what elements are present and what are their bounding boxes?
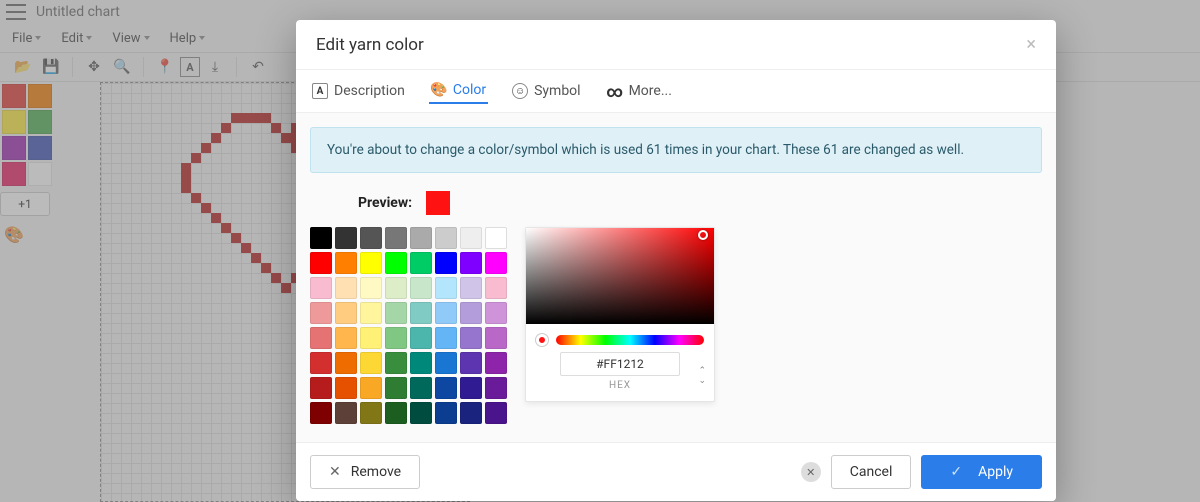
color-swatch[interactable]: [410, 227, 432, 249]
preview-swatch: [426, 191, 450, 215]
color-swatch[interactable]: [310, 327, 332, 349]
tab-description[interactable]: A Description: [310, 79, 407, 103]
color-swatch[interactable]: [335, 277, 357, 299]
color-swatch[interactable]: [310, 352, 332, 374]
color-swatch[interactable]: [435, 252, 457, 274]
close-icon[interactable]: ×: [1026, 34, 1036, 55]
color-swatch[interactable]: [385, 377, 407, 399]
color-swatch[interactable]: [335, 227, 357, 249]
text-box-icon: A: [312, 83, 328, 99]
color-swatch[interactable]: [310, 252, 332, 274]
apply-button[interactable]: ✓ Apply: [921, 455, 1042, 489]
color-swatch[interactable]: [360, 402, 382, 424]
color-swatch[interactable]: [435, 302, 457, 324]
color-swatch[interactable]: [410, 352, 432, 374]
color-swatch[interactable]: [385, 402, 407, 424]
color-swatch[interactable]: [460, 327, 482, 349]
format-stepper[interactable]: ⌃⌄: [698, 367, 706, 385]
color-swatch[interactable]: [460, 302, 482, 324]
color-swatch[interactable]: [460, 377, 482, 399]
tab-color[interactable]: 🎨 Color: [429, 78, 488, 104]
color-swatch[interactable]: [385, 277, 407, 299]
color-swatch[interactable]: [460, 402, 482, 424]
color-swatch[interactable]: [385, 352, 407, 374]
color-swatch[interactable]: [360, 277, 382, 299]
color-swatch[interactable]: [435, 277, 457, 299]
color-swatch[interactable]: [310, 227, 332, 249]
cancel-x-icon: ✕: [801, 462, 821, 482]
color-swatch[interactable]: [410, 377, 432, 399]
saturation-field[interactable]: [526, 228, 714, 324]
color-swatch[interactable]: [385, 302, 407, 324]
color-swatch[interactable]: [435, 327, 457, 349]
color-swatch[interactable]: [360, 327, 382, 349]
color-swatch[interactable]: [485, 377, 507, 399]
modal-title: Edit yarn color: [316, 35, 424, 55]
color-swatch[interactable]: [360, 302, 382, 324]
color-swatch[interactable]: [460, 227, 482, 249]
color-swatch[interactable]: [485, 277, 507, 299]
color-swatch[interactable]: [460, 352, 482, 374]
color-swatch[interactable]: [335, 252, 357, 274]
color-swatch[interactable]: [485, 302, 507, 324]
color-swatch[interactable]: [460, 252, 482, 274]
color-swatch[interactable]: [335, 377, 357, 399]
color-swatch[interactable]: [435, 377, 457, 399]
swatch-grid: [310, 227, 507, 424]
color-swatch[interactable]: [360, 227, 382, 249]
hex-input[interactable]: [560, 352, 680, 376]
color-swatch[interactable]: [360, 377, 382, 399]
infinity-icon: ∞: [607, 83, 623, 99]
color-swatch[interactable]: [310, 302, 332, 324]
x-icon: ✕: [329, 464, 341, 480]
color-swatch[interactable]: [435, 402, 457, 424]
color-swatch[interactable]: [335, 302, 357, 324]
color-swatch[interactable]: [335, 327, 357, 349]
color-swatch[interactable]: [385, 327, 407, 349]
hex-label: HEX: [609, 380, 631, 391]
color-swatch[interactable]: [485, 352, 507, 374]
edit-yarn-modal: Edit yarn color × A Description 🎨 Color …: [296, 20, 1056, 501]
color-swatch[interactable]: [485, 327, 507, 349]
color-swatch[interactable]: [335, 402, 357, 424]
color-swatch[interactable]: [385, 252, 407, 274]
color-swatch[interactable]: [410, 277, 432, 299]
color-swatch[interactable]: [485, 252, 507, 274]
hue-slider[interactable]: [556, 335, 704, 345]
color-swatch[interactable]: [360, 352, 382, 374]
color-swatch[interactable]: [435, 227, 457, 249]
color-swatch[interactable]: [335, 352, 357, 374]
preview-label: Preview:: [358, 195, 412, 211]
color-swatch[interactable]: [410, 327, 432, 349]
color-swatch[interactable]: [410, 402, 432, 424]
selected-hue-dot: [536, 334, 548, 346]
remove-button[interactable]: ✕ Remove: [310, 455, 420, 489]
check-icon: ✓: [950, 464, 962, 480]
usage-warning-banner: You're about to change a color/symbol wh…: [310, 127, 1042, 173]
custom-color-picker: HEX ⌃⌄: [525, 227, 715, 402]
color-swatch[interactable]: [460, 277, 482, 299]
smile-icon: ☺: [512, 83, 528, 99]
palette-icon: 🎨: [431, 82, 447, 98]
color-swatch[interactable]: [435, 352, 457, 374]
color-swatch[interactable]: [485, 402, 507, 424]
color-swatch[interactable]: [310, 377, 332, 399]
color-swatch[interactable]: [310, 277, 332, 299]
color-swatch[interactable]: [410, 252, 432, 274]
saturation-cursor[interactable]: [698, 230, 708, 240]
cancel-button[interactable]: Cancel: [831, 455, 912, 489]
color-swatch[interactable]: [360, 252, 382, 274]
tab-more[interactable]: ∞ More...: [605, 79, 674, 103]
color-swatch[interactable]: [485, 227, 507, 249]
color-swatch[interactable]: [410, 302, 432, 324]
tab-symbol[interactable]: ☺ Symbol: [510, 79, 582, 103]
color-swatch[interactable]: [310, 402, 332, 424]
color-swatch[interactable]: [385, 227, 407, 249]
